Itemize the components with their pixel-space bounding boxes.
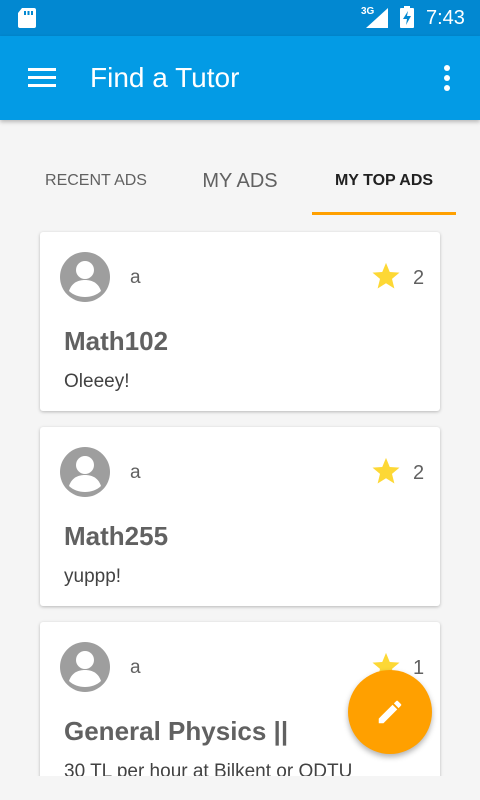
star-icon — [372, 457, 400, 484]
tab-bar: RECENT ADS MY ADS MY TOP ADS — [0, 148, 480, 216]
tab-my-top-ads[interactable]: MY TOP ADS — [312, 148, 456, 216]
avatar-icon — [60, 447, 110, 497]
ad-description: 30 TL per hour at Bilkent or ODTU — [64, 761, 353, 776]
star-icon — [372, 262, 400, 289]
ad-author: a — [130, 657, 141, 678]
ad-description: yuppp! — [64, 566, 122, 587]
signal-icon — [366, 8, 388, 28]
star-count: 2 — [413, 462, 425, 484]
star-count: 2 — [413, 267, 425, 289]
tab-recent-ads[interactable]: RECENT ADS — [24, 148, 168, 216]
star-count: 1 — [413, 657, 425, 679]
tab-indicator — [312, 212, 456, 215]
ad-course-title: Math255 — [64, 521, 169, 551]
edit-pencil-icon — [378, 700, 402, 724]
overflow-menu-icon — [444, 65, 450, 91]
avatar-icon — [60, 252, 110, 302]
ad-card[interactable]: a 2 Math102 Oleeey! — [40, 232, 440, 411]
ad-description: Oleeey! — [64, 371, 130, 392]
ad-author: a — [130, 267, 141, 288]
avatar-icon — [60, 642, 110, 692]
ad-course-title: Math102 — [64, 326, 169, 356]
menu-icon — [28, 68, 56, 87]
ad-course-title: General Physics || — [64, 716, 289, 746]
app-bar: Find a Tutor — [0, 36, 480, 120]
new-ad-fab[interactable] — [348, 670, 432, 754]
ad-author: a — [130, 462, 141, 483]
app-title: Find a Tutor — [90, 62, 240, 93]
overflow-menu-button[interactable] — [432, 60, 462, 96]
tab-my-ads[interactable]: MY ADS — [168, 148, 312, 216]
sd-card-icon — [18, 8, 36, 28]
ad-card[interactable]: a 2 Math255 yuppp! — [40, 427, 440, 606]
battery-charging-icon — [400, 6, 414, 28]
clock: 7:43 — [426, 7, 465, 29]
menu-button[interactable] — [20, 62, 64, 94]
status-bar: 3G 7:43 — [0, 0, 480, 36]
